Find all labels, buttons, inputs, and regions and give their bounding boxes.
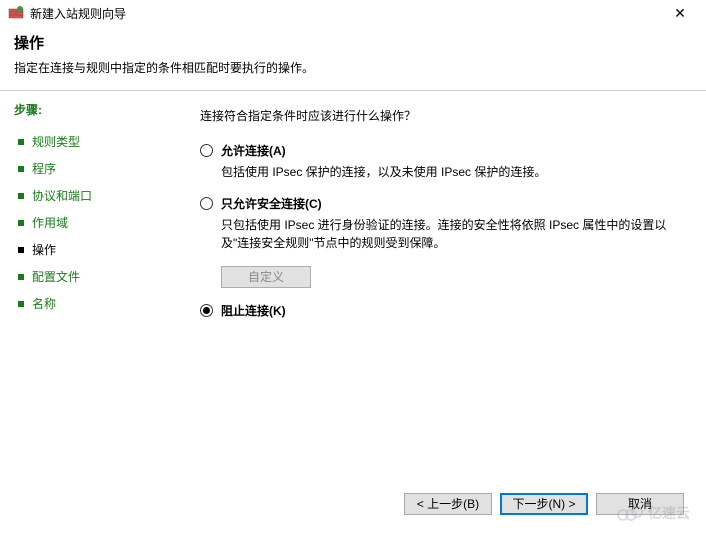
- page-description: 指定在连接与规则中指定的条件相匹配时要执行的操作。: [14, 59, 692, 76]
- customize-wrap: 自定义: [221, 266, 688, 288]
- cancel-button[interactable]: 取消: [596, 493, 684, 515]
- option-label: 只允许安全连接(C): [221, 195, 322, 212]
- option-description: 只包括使用 IPsec 进行身份验证的连接。连接的安全性将依照 IPsec 属性…: [221, 216, 688, 252]
- radio-button[interactable]: [200, 304, 213, 317]
- step-item-0[interactable]: 规则类型: [14, 128, 176, 155]
- step-label: 协议和端口: [32, 187, 92, 204]
- step-bullet-icon: [18, 301, 24, 307]
- step-item-2[interactable]: 协议和端口: [14, 182, 176, 209]
- customize-button: 自定义: [221, 266, 311, 288]
- close-button[interactable]: ✕: [662, 3, 698, 23]
- step-bullet-icon: [18, 220, 24, 226]
- radio-button[interactable]: [200, 197, 213, 210]
- next-button[interactable]: 下一步(N) >: [500, 493, 588, 515]
- step-label: 程序: [32, 160, 56, 177]
- option-description: 包括使用 IPsec 保护的连接，以及未使用 IPsec 保护的连接。: [221, 163, 688, 181]
- step-label: 规则类型: [32, 133, 80, 150]
- step-bullet-icon: [18, 139, 24, 145]
- sidebar: 步骤: 规则类型程序协议和端口作用域操作配置文件名称: [0, 91, 190, 483]
- page-title: 操作: [14, 32, 692, 53]
- step-bullet-icon: [18, 193, 24, 199]
- back-button[interactable]: < 上一步(B): [404, 493, 492, 515]
- step-item-4[interactable]: 操作: [14, 236, 176, 263]
- option-row-2[interactable]: 阻止连接(K): [200, 302, 688, 319]
- header-section: 操作 指定在连接与规则中指定的条件相匹配时要执行的操作。: [0, 26, 706, 86]
- firewall-icon: [8, 5, 24, 21]
- content-area: 步骤: 规则类型程序协议和端口作用域操作配置文件名称 连接符合指定条件时应该进行…: [0, 91, 706, 483]
- step-item-5[interactable]: 配置文件: [14, 263, 176, 290]
- radio-button[interactable]: [200, 144, 213, 157]
- step-label: 名称: [32, 295, 56, 312]
- option-row-1[interactable]: 只允许安全连接(C): [200, 195, 688, 212]
- step-item-6[interactable]: 名称: [14, 290, 176, 317]
- titlebar: 新建入站规则向导 ✕: [0, 0, 706, 26]
- step-item-1[interactable]: 程序: [14, 155, 176, 182]
- step-label: 作用域: [32, 214, 68, 231]
- main-panel: 连接符合指定条件时应该进行什么操作？ 允许连接(A) 包括使用 IPsec 保护的…: [190, 91, 706, 483]
- steps-label: 步骤:: [14, 101, 176, 118]
- step-bullet-icon: [18, 166, 24, 172]
- step-label: 操作: [32, 241, 56, 258]
- step-bullet-icon: [18, 274, 24, 280]
- window-title: 新建入站规则向导: [30, 5, 662, 22]
- footer-buttons: < 上一步(B) 下一步(N) > 取消: [404, 493, 684, 515]
- option-label: 阻止连接(K): [221, 302, 286, 319]
- action-prompt: 连接符合指定条件时应该进行什么操作？: [200, 107, 688, 124]
- option-label: 允许连接(A): [221, 142, 286, 159]
- step-item-3[interactable]: 作用域: [14, 209, 176, 236]
- step-label: 配置文件: [32, 268, 80, 285]
- step-bullet-icon: [18, 247, 24, 253]
- option-row-0[interactable]: 允许连接(A): [200, 142, 688, 159]
